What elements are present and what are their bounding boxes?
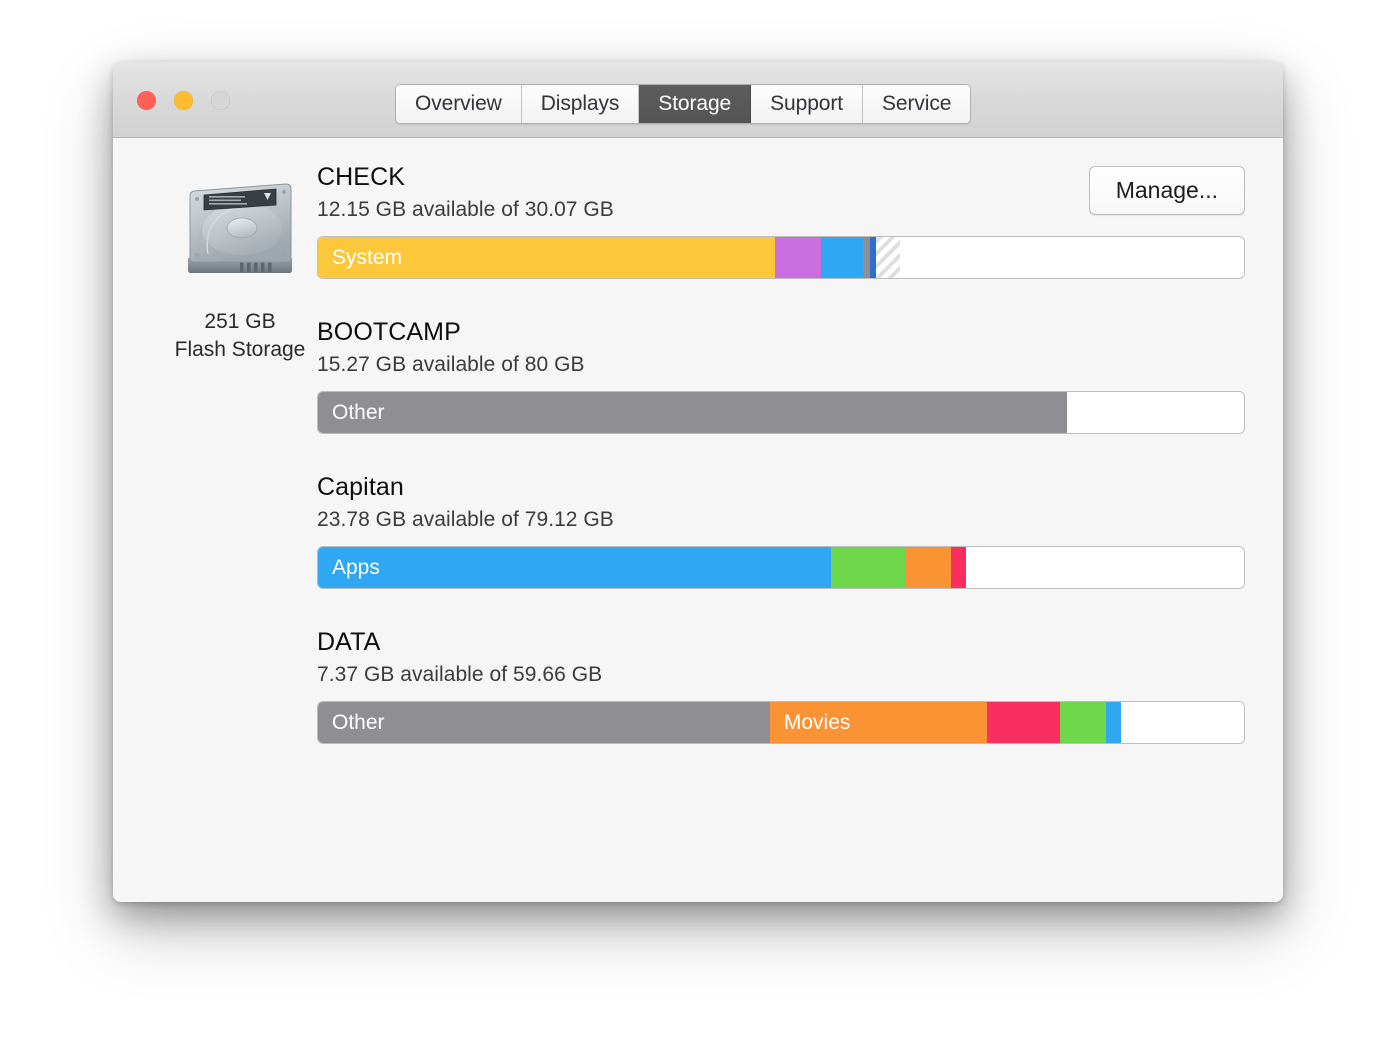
capacity-segment [900,237,1244,278]
volume-name: Capitan [317,473,404,501]
volume-availability: 23.78 GB available of 79.12 GB [317,508,614,531]
drive-summary: 251 GB Flash Storage [135,172,345,363]
capacity-bar: System [317,236,1245,279]
hard-disk-icon [188,183,292,273]
storage-pane: 251 GB Flash Storage Manage... CHECK 12.1… [113,138,1283,902]
volume-row: CHECK 12.15 GB available of 30.07 GB Syste… [317,162,1245,279]
capacity-segment [774,237,821,278]
tab-storage[interactable]: Storage [639,85,752,123]
tab-support[interactable]: Support [751,85,863,123]
traffic-light-group [137,91,230,110]
capacity-segment [987,702,1060,743]
capacity-segment-label: Apps [332,555,380,579]
volume-row: Capitan 23.78 GB available of 79.12 GB App… [317,472,1245,589]
volume-name: BOOTCAMP [317,318,461,346]
volume-list: CHECK 12.15 GB available of 30.07 GB Syste… [317,162,1245,744]
capacity-segment [966,547,1244,588]
tab-overview[interactable]: Overview [396,85,522,123]
zoom-button[interactable] [211,91,230,110]
capacity-bar: Other Movies [317,701,1245,744]
capacity-segment [1059,702,1106,743]
capacity-bar: Other [317,391,1245,434]
window-titlebar: Overview Displays Storage Support Servic… [113,62,1283,138]
tab-segmented-control: Overview Displays Storage Support Servic… [395,84,972,124]
drive-capacity-value: 251 GB [204,310,276,333]
capacity-segment: Other [318,702,770,743]
capacity-segment [951,547,967,588]
tab-service[interactable]: Service [863,85,971,123]
volume-availability: 7.37 GB available of 59.66 GB [317,663,603,686]
capacity-bar: Apps [317,546,1245,589]
capacity-segment-label: Other [332,400,385,424]
close-button[interactable] [137,91,156,110]
drive-capacity-label: 251 GB Flash Storage [135,308,345,363]
capacity-segment: Other [318,392,1068,433]
volume-availability: 12.15 GB available of 30.07 GB [317,198,614,221]
capacity-segment [905,547,952,588]
minimize-button[interactable] [174,91,193,110]
about-this-mac-window: Overview Displays Storage Support Servic… [113,62,1283,902]
capacity-segment [876,237,901,278]
capacity-segment: Movies [769,702,988,743]
volume-name: DATA [317,628,381,656]
capacity-segment [831,547,906,588]
volume-row: DATA 7.37 GB available of 59.66 GB Other Mo… [317,627,1245,744]
capacity-segment-label: System [332,245,403,269]
capacity-segment-label: Other [332,710,385,734]
capacity-segment-label: Movies [783,710,851,734]
capacity-segment: Apps [318,547,831,588]
capacity-segment [1106,702,1121,743]
volume-row: BOOTCAMP 15.27 GB available of 80 GB Other [317,317,1245,434]
capacity-segment [1120,702,1244,743]
capacity-segment [820,237,864,278]
drive-type-value: Flash Storage [174,337,306,361]
volume-availability: 15.27 GB available of 80 GB [317,353,585,376]
volume-name: CHECK [317,163,406,191]
capacity-segment [1067,392,1244,433]
capacity-segment: System [318,237,775,278]
tab-displays[interactable]: Displays [521,85,640,123]
